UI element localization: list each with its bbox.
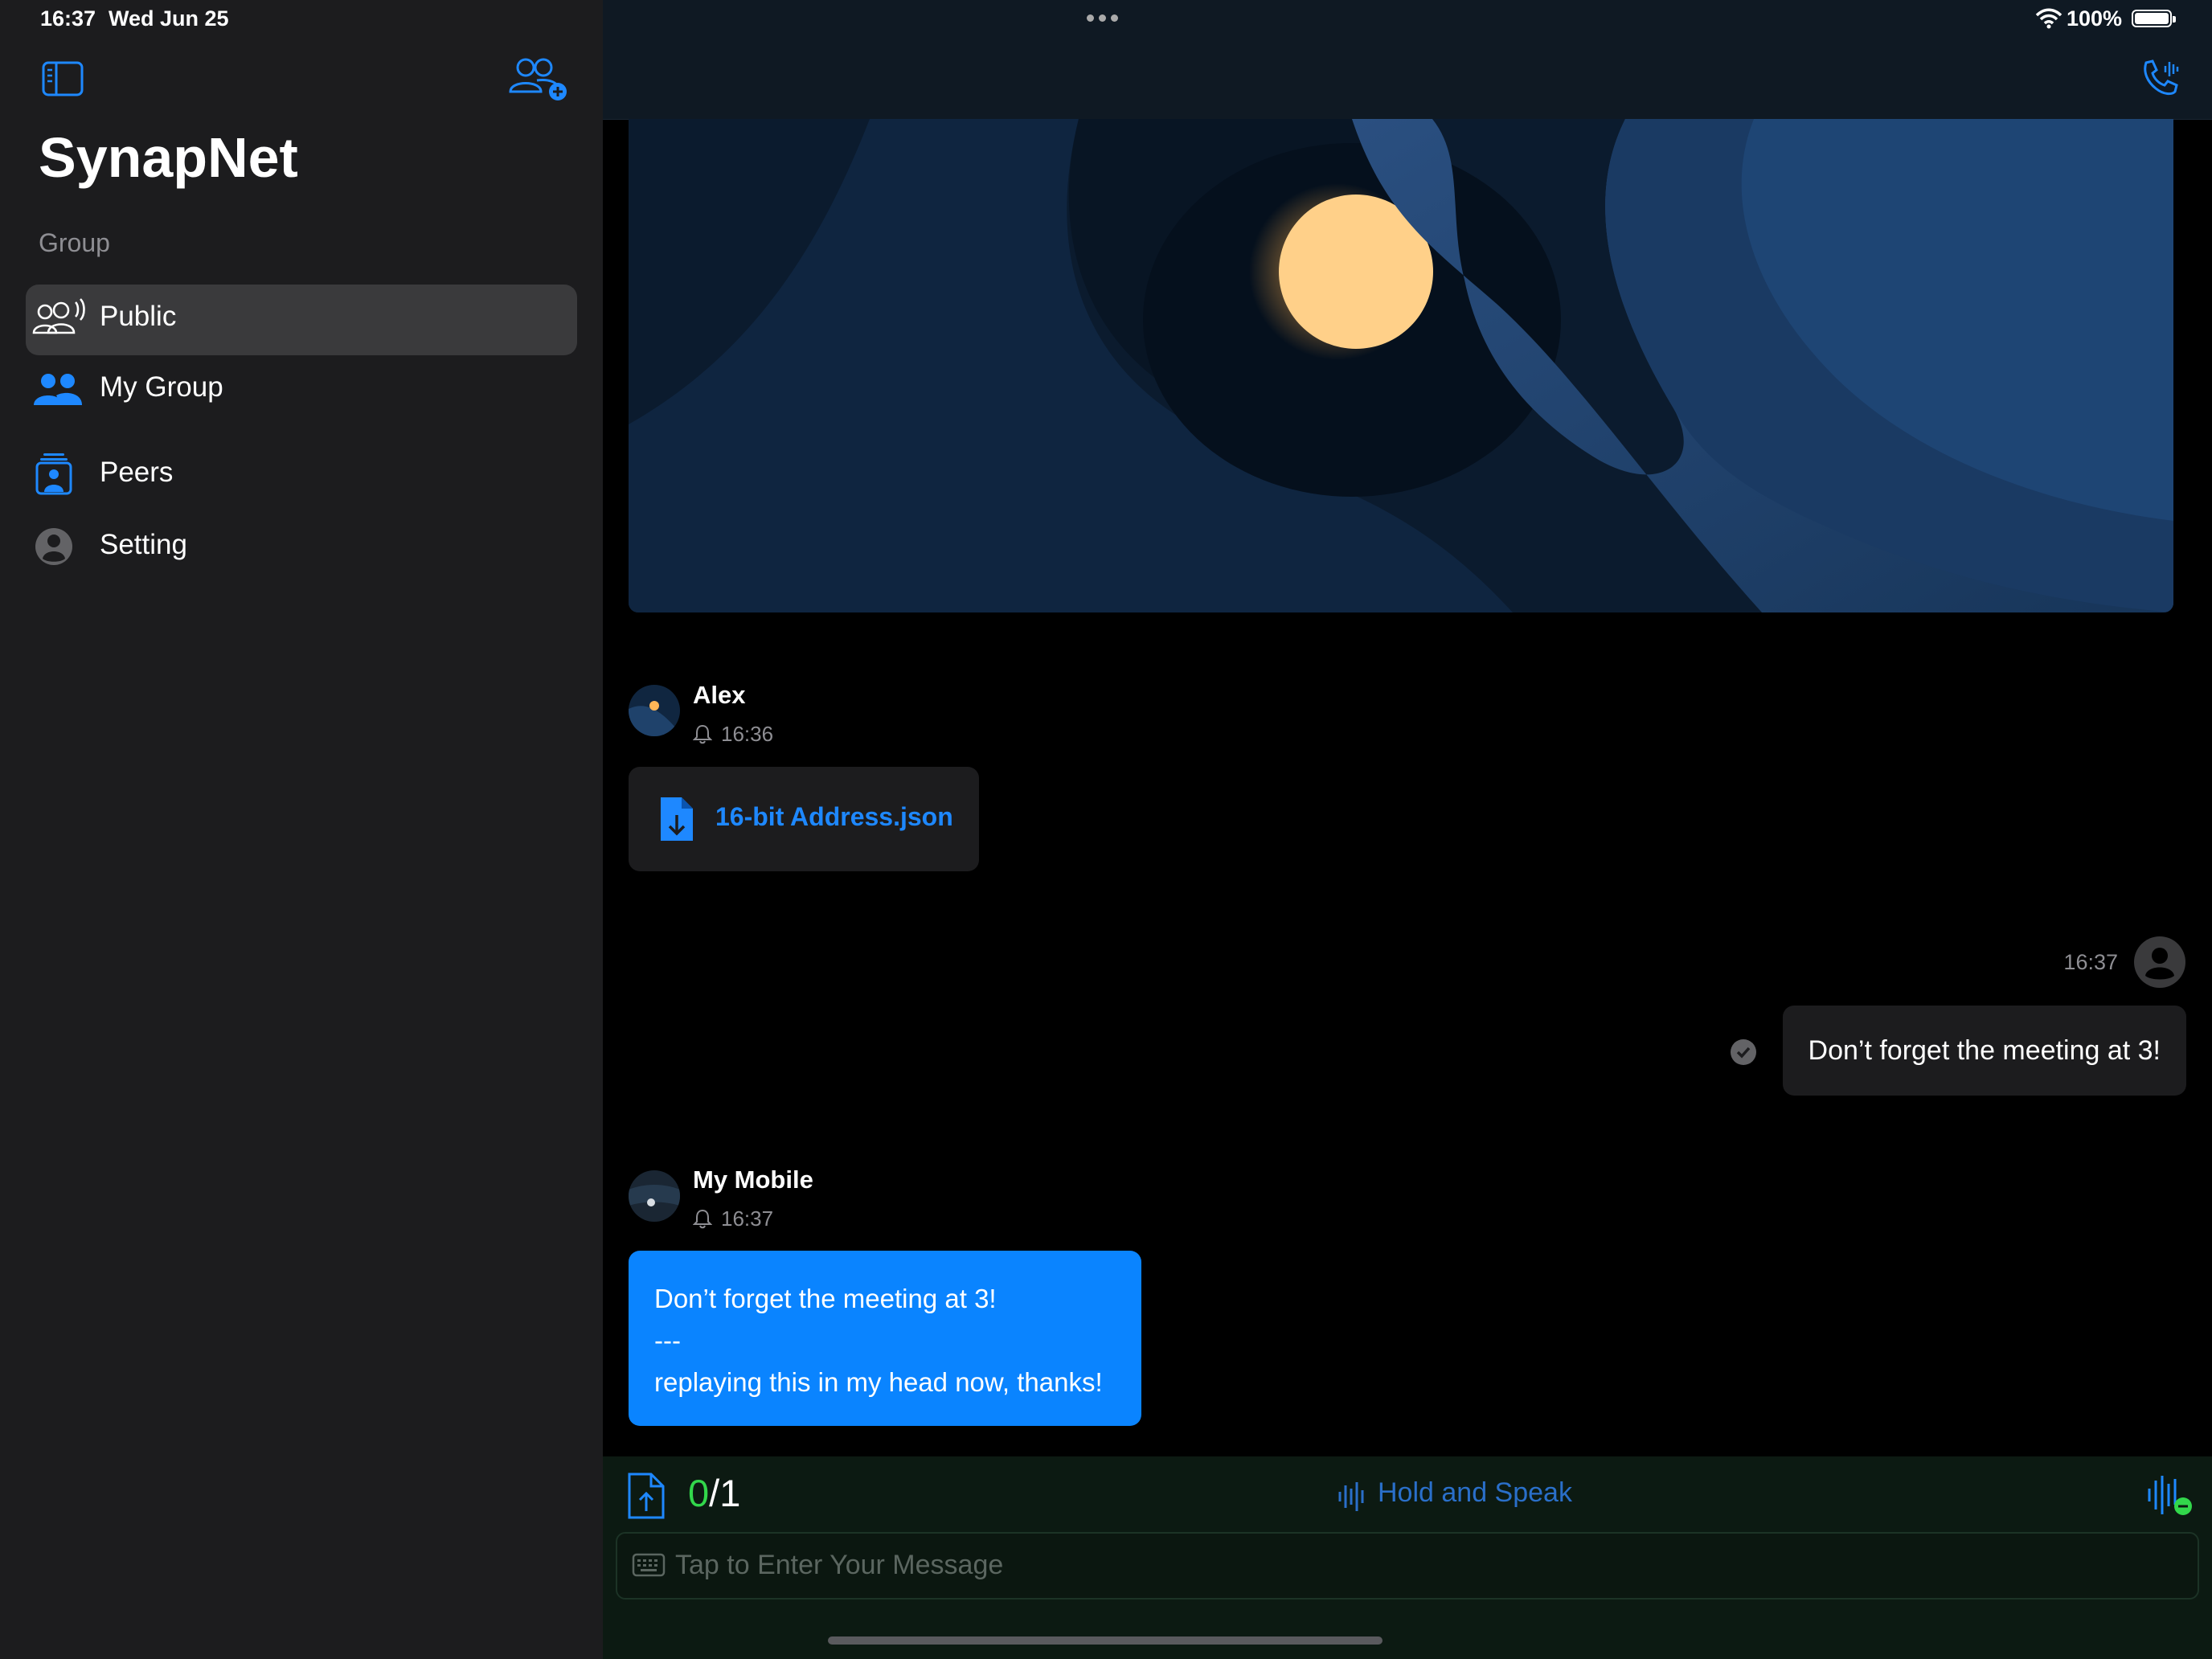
message-line: replaying this in my head now, thanks! — [654, 1367, 1103, 1397]
bell-icon — [692, 723, 713, 748]
battery-percentage: 100% — [2066, 6, 2122, 31]
waveform-icon — [1337, 1481, 1368, 1517]
file-name: 16-bit Address.json — [715, 802, 953, 831]
file-attachment[interactable]: 16-bit Address.json — [629, 767, 979, 871]
home-indicator[interactable] — [828, 1636, 1382, 1645]
keyboard-icon — [632, 1553, 666, 1581]
sidebar-item-label: My Group — [100, 371, 223, 403]
hold-and-speak-button[interactable]: Hold and Speak — [1378, 1477, 1572, 1509]
message-input-placeholder: Tap to Enter Your Message — [675, 1550, 1004, 1580]
sidebar-item-public[interactable]: Public — [26, 285, 577, 355]
person-circle-icon — [32, 524, 84, 572]
contact-card-icon — [32, 452, 84, 500]
avatar-alex[interactable] — [629, 685, 680, 736]
outgoing-message-bubble[interactable]: Don’t forget the meeting at 3! — [1782, 1006, 2186, 1096]
read-check-icon — [1730, 1038, 1757, 1070]
status-date: Wed Jun 25 — [109, 6, 229, 31]
file-download-icon — [657, 794, 696, 848]
upload-file-icon[interactable] — [625, 1471, 667, 1525]
sidebar-item-my-group[interactable]: My Group — [26, 355, 577, 426]
message-input[interactable]: Tap to Enter Your Message — [616, 1532, 2199, 1600]
message-time: 16:36 — [721, 722, 774, 746]
bell-icon — [692, 1208, 713, 1233]
battery-icon — [2132, 10, 2176, 27]
voice-call-icon[interactable] — [2140, 58, 2181, 102]
my-avatar-icon[interactable] — [2133, 936, 2186, 993]
voice-mode-icon[interactable] — [2144, 1473, 2193, 1522]
incoming-message-bubble[interactable]: Don’t forget the meeting at 3! --- repla… — [629, 1251, 1141, 1426]
message-time: 16:37 — [2063, 950, 2118, 974]
message-time: 16:37 — [721, 1206, 774, 1231]
status-time: 16:37 — [40, 6, 96, 31]
sidebar-item-label: Peers — [100, 457, 174, 488]
group-broadcast-icon — [32, 296, 85, 344]
counter-separator: / — [709, 1472, 720, 1514]
shared-image[interactable] — [629, 119, 2173, 612]
multitasking-dots-icon[interactable] — [1087, 11, 1123, 26]
sidebar-toggle-icon[interactable] — [42, 61, 84, 100]
sidebar-item-peers[interactable]: Peers — [26, 440, 577, 511]
sidebar-item-label: Public — [100, 301, 177, 332]
counter-current: 0 — [688, 1472, 710, 1514]
wifi-icon — [2035, 8, 2062, 33]
sender-name: Alex — [693, 681, 746, 709]
message-line: Don’t forget the meeting at 3! — [654, 1284, 997, 1313]
two-people-icon — [32, 367, 84, 415]
section-label-group: Group — [39, 228, 110, 257]
message-line: --- — [654, 1325, 681, 1355]
avatar-my-mobile[interactable] — [629, 1170, 680, 1222]
chat-top-bar — [603, 0, 2212, 120]
sidebar-item-setting[interactable]: Setting — [26, 513, 577, 584]
sidebar-item-label: Setting — [100, 529, 187, 560]
file-counter: 0/1 — [688, 1471, 740, 1515]
add-group-icon[interactable] — [508, 56, 569, 105]
app-title: SynapNet — [39, 126, 298, 189]
sender-name: My Mobile — [693, 1165, 813, 1194]
counter-total: 1 — [719, 1472, 741, 1514]
